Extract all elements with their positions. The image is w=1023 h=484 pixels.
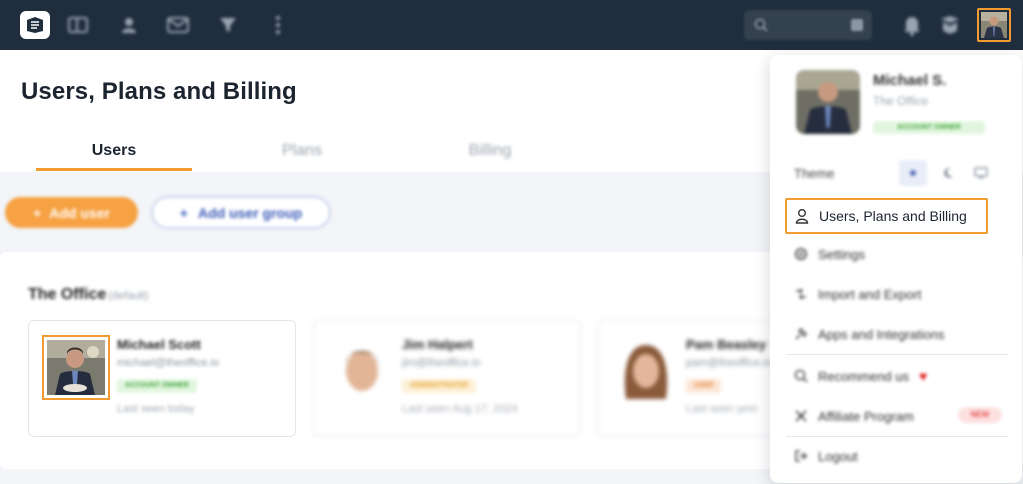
search-icon [754,18,768,32]
user-card-jim[interactable]: Jim Halpert jim@theoffice.io ADMINISTRAT… [313,320,581,437]
profile-avatar-button[interactable] [977,8,1011,42]
user-last-seen: Last seen today [117,403,195,415]
top-navigation-bar [0,0,1023,50]
add-user-button[interactable]: + Add user [5,197,138,228]
filter-icon[interactable] [216,13,240,37]
new-badge: NEW [958,407,1002,423]
tab-users[interactable]: Users [36,142,192,160]
gift-icon[interactable] [938,13,962,37]
heart-icon: ♥ [919,368,928,384]
user-name: Michael Scott [117,337,201,352]
plug-icon [795,327,808,340]
menu-item-import-export[interactable]: Import and Export [794,283,921,305]
menu-item-affiliate-program[interactable]: Affiliate Program [794,405,914,427]
moon-icon [944,167,953,178]
menu-item-label: Users, Plans and Billing [819,208,967,224]
menu-item-apps-integrations[interactable]: Apps and Integrations [794,323,944,345]
megaphone-icon [794,369,808,383]
menu-item-label: Settings [818,246,865,262]
group-name: The Office [28,286,107,303]
monitor-icon [974,167,988,179]
contacts-icon[interactable] [117,13,141,37]
menu-divider [786,354,1008,355]
avatar-photo-icon [332,339,392,399]
menu-divider [786,436,1008,437]
group-title: The Office (default) [28,286,149,304]
search-input[interactable] [744,10,872,40]
add-user-group-label: Add user group [197,204,303,221]
menu-avatar-photo-icon [796,70,860,134]
app-logo-icon[interactable] [20,11,50,39]
user-role-badge: ADMINISTRATOR [402,379,477,393]
menu-org-name: The Office [873,94,929,108]
user-name: Pam Beasley [686,337,767,352]
menu-item-label: Logout [818,448,858,464]
user-last-seen: Last seen yest [686,403,757,415]
bell-icon[interactable] [900,13,924,37]
theme-system-button[interactable] [967,160,995,186]
import-export-icon [796,288,806,300]
add-user-label: Add user [49,204,110,221]
mail-icon[interactable] [166,13,190,37]
tab-billing[interactable]: Billing [456,142,524,160]
menu-user-name: Michael S. [873,72,947,89]
user-email: jim@theoffice.io [402,357,481,369]
user-role-badge: ACCOUNT OWNER [117,379,197,393]
tab-plans[interactable]: Plans [270,142,334,160]
user-icon [795,209,809,224]
user-email: michael@theoffice.io [117,357,220,369]
user-last-seen: Last seen Aug 17, 2024 [402,403,518,415]
user-name: Jim Halpert [402,337,473,352]
user-avatar-michael[interactable] [42,335,110,400]
gear-icon [795,248,807,260]
menu-item-label: Apps and Integrations [818,326,945,342]
avatar-photo-icon [47,340,105,395]
theme-label: Theme [794,166,835,181]
plus-icon: + [179,204,188,221]
active-tab-indicator [36,168,192,171]
shortcut-icon [851,19,863,31]
menu-item-settings[interactable]: Settings [794,243,865,265]
menu-item-label: Import and Export [818,286,922,302]
page-title: Users, Plans and Billing [21,78,297,105]
menu-item-logout[interactable]: Logout [794,445,858,467]
menu-item-label: Recommend us [818,368,910,384]
more-vertical-icon[interactable] [266,13,290,37]
board-icon[interactable] [66,13,90,37]
avatar-photo-icon [616,339,676,399]
menu-item-users-plans-billing[interactable]: Users, Plans and Billing [785,198,988,234]
group-default-tag: (default) [108,290,149,302]
plus-icon: + [33,204,42,221]
affiliate-icon [795,410,807,422]
menu-item-label: Affiliate Program [818,408,914,424]
theme-dark-button[interactable] [934,160,962,186]
menu-role-badge: ACCOUNT OWNER [873,121,985,134]
menu-item-recommend-us[interactable]: Recommend us ♥ [794,365,927,387]
theme-light-button[interactable] [899,160,927,186]
add-user-group-button[interactable]: + Add user group [151,196,331,229]
user-role-badge: USER [686,379,722,393]
logout-icon [795,450,808,462]
sun-icon [910,170,916,176]
user-email: pam@theoffice.io [686,357,772,369]
avatar-photo-icon [981,12,1007,38]
